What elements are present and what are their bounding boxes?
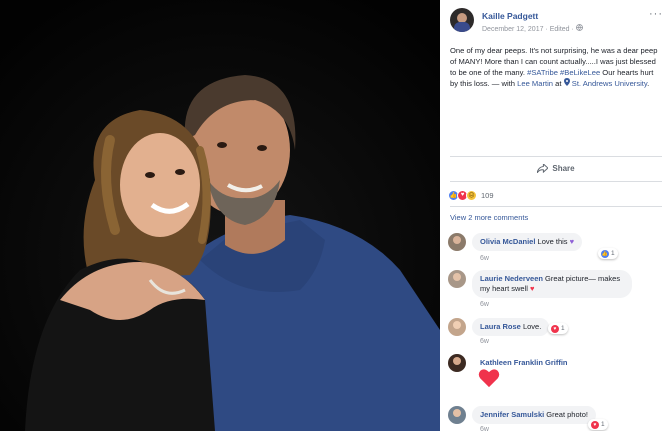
comment-bubble: Laurie Nederveen Great picture— makes my… xyxy=(472,270,632,298)
comment-reaction-count: 1 xyxy=(611,250,615,257)
comment-bubble: Jennifer Samulski Great photo! xyxy=(472,406,596,424)
globe-icon xyxy=(575,24,583,33)
comment-reaction-count: 1 xyxy=(601,421,605,428)
divider xyxy=(450,156,662,157)
comment: Laurie Nederveen Great picture— makes my… xyxy=(448,270,666,310)
tagged-person-link[interactable]: Lee Martin xyxy=(517,79,553,88)
comment: Kathleen Franklin Griffin xyxy=(448,354,666,394)
period: . xyxy=(647,79,650,88)
commenter-avatar[interactable] xyxy=(448,318,466,336)
comment: Jennifer Samulski Great photo! ♥ 1 6w xyxy=(448,406,666,431)
reaction-count[interactable]: 109 xyxy=(481,191,494,200)
divider xyxy=(450,206,662,207)
post-panel: Kaille Padgett December 12, 2017 · Edite… xyxy=(440,0,671,431)
post-header: Kaille Padgett December 12, 2017 · Edite… xyxy=(450,8,665,38)
commenter-avatar[interactable] xyxy=(448,270,466,288)
comment-time[interactable]: 6w xyxy=(480,426,489,431)
comment-time[interactable]: 6w xyxy=(480,255,489,262)
author-name[interactable]: Kaille Padgett xyxy=(482,11,538,21)
sad-reaction-icon: ☹ xyxy=(466,189,477,201)
love-reaction-icon: ♥ xyxy=(591,420,599,429)
location-link[interactable]: St. Andrews University xyxy=(563,78,647,88)
action-bar: Share xyxy=(450,160,662,180)
comment: Laura Rose Love. ♥ 1 6w xyxy=(448,318,666,346)
author-avatar[interactable] xyxy=(450,8,474,32)
commenter-name[interactable]: Laura Rose xyxy=(480,322,521,331)
comment-text: Love. xyxy=(522,322,542,331)
commenter-avatar[interactable] xyxy=(448,354,466,372)
share-icon xyxy=(537,164,549,173)
like-reaction-icon: 👍 xyxy=(601,249,609,258)
red-heart-icon: ♥ xyxy=(530,284,535,293)
share-button[interactable]: Share xyxy=(537,164,575,173)
comment-bubble: Laura Rose Love. xyxy=(472,318,550,336)
location-pin-icon xyxy=(563,78,570,86)
commenter-avatar[interactable] xyxy=(448,406,466,424)
share-label: Share xyxy=(552,164,575,173)
comment-time[interactable]: 6w xyxy=(480,301,489,308)
post-text: One of my dear peeps. It's not surprisin… xyxy=(450,45,663,89)
commenter-name[interactable]: Kathleen Franklin Griffin xyxy=(480,358,568,367)
hashtags[interactable]: #SATribe #BeLikeLee xyxy=(527,68,600,77)
photo-image xyxy=(0,0,440,431)
comment-reaction-badge[interactable]: ♥ 1 xyxy=(548,323,568,334)
heart-sticker-icon xyxy=(478,368,500,390)
comment-time[interactable]: 6w xyxy=(480,338,489,345)
love-reaction-icon: ♥ xyxy=(551,324,559,333)
more-options-button[interactable]: ··· xyxy=(649,8,663,20)
commenter-avatar[interactable] xyxy=(448,233,466,251)
edited-label[interactable]: Edited xyxy=(550,26,570,33)
with-label: with xyxy=(501,79,516,88)
post-photo[interactable] xyxy=(0,0,440,431)
purple-heart-icon: ♥ xyxy=(569,237,575,246)
comment: Olivia McDaniel Love this ♥ 👍 1 6w xyxy=(448,233,666,263)
post-meta: December 12, 2017 · Edited · xyxy=(482,24,583,33)
comment-text: Great photo! xyxy=(546,410,588,419)
post-date[interactable]: December 12, 2017 xyxy=(482,26,543,33)
location-name[interactable]: St. Andrews University xyxy=(572,79,647,88)
at-label: at xyxy=(555,79,562,88)
commenter-name[interactable]: Jennifer Samulski xyxy=(480,410,544,419)
comment-text: Love this xyxy=(537,237,568,246)
divider xyxy=(450,181,662,182)
reactions-summary[interactable]: 👍 ♥ ☹ 109 xyxy=(448,188,494,202)
comment-reaction-badge[interactable]: 👍 1 xyxy=(598,248,618,259)
comment-reaction-count: 1 xyxy=(561,325,565,332)
comment-reaction-badge[interactable]: ♥ 1 xyxy=(588,419,608,430)
commenter-name[interactable]: Olivia McDaniel xyxy=(480,237,535,246)
view-more-comments-link[interactable]: View 2 more comments xyxy=(450,213,528,222)
commenter-name[interactable]: Laurie Nederveen xyxy=(480,274,543,283)
comment-bubble: Olivia McDaniel Love this ♥ xyxy=(472,233,583,251)
